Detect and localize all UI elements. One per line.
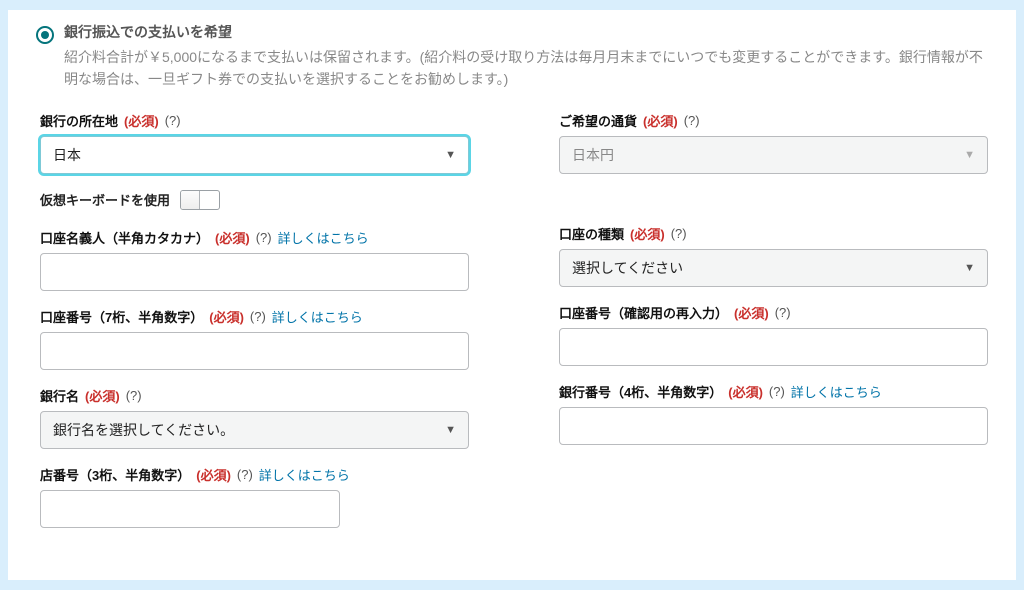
label-account-number: 口座番号（7桁、半角数字） (必須) (?) 詳しくはこちら xyxy=(40,307,469,326)
label-text: 銀行番号（4桁、半角数字） xyxy=(559,382,722,401)
label-text: 店番号（3桁、半角数字） xyxy=(40,465,190,484)
right-column: ご希望の通貨 (必須) (?) 日本円 ▼ 口座の種類 (必須) (?) 選択し… xyxy=(559,111,988,544)
help-icon[interactable]: (?) xyxy=(775,305,791,320)
details-link[interactable]: 詳しくはこちら xyxy=(272,307,363,326)
help-icon[interactable]: (?) xyxy=(671,226,687,241)
required-mark: (必須) xyxy=(643,111,678,130)
option-text: 銀行振込での支払いを希望 紹介料合計が￥5,000になるまで支払いは保留されます… xyxy=(64,22,988,91)
left-column: 銀行の所在地 (必須) (?) 日本 ▼ 仮想キーボードを使用 口座名義人（半角… xyxy=(40,111,469,544)
field-account-holder: 口座名義人（半角カタカナ） (必須) (?) 詳しくはこちら xyxy=(40,228,469,291)
field-account-type: 口座の種類 (必須) (?) 選択してください ▼ xyxy=(559,224,988,287)
label-text: 口座番号（7桁、半角数字） xyxy=(40,307,203,326)
virtual-keyboard-label: 仮想キーボードを使用 xyxy=(40,190,170,209)
select-account-type[interactable]: 選択してください ▼ xyxy=(559,249,988,287)
details-link[interactable]: 詳しくはこちら xyxy=(791,382,882,401)
label-bank-name: 銀行名 (必須) (?) xyxy=(40,386,469,405)
label-text: 口座名義人（半角カタカナ） xyxy=(40,228,209,247)
input-bank-code[interactable] xyxy=(559,407,988,445)
required-mark: (必須) xyxy=(124,111,159,130)
input-branch-code[interactable] xyxy=(40,490,340,528)
field-bank-name: 銀行名 (必須) (?) 銀行名を選択してください。 ▼ xyxy=(40,386,469,449)
label-currency: ご希望の通貨 (必須) (?) xyxy=(559,111,988,130)
form-grid: 銀行の所在地 (必須) (?) 日本 ▼ 仮想キーボードを使用 口座名義人（半角… xyxy=(36,111,988,544)
payment-form-card: 銀行振込での支払いを希望 紹介料合計が￥5,000になるまで支払いは保留されます… xyxy=(8,10,1016,580)
required-mark: (必須) xyxy=(630,224,665,243)
help-icon[interactable]: (?) xyxy=(250,309,266,324)
chevron-down-icon: ▼ xyxy=(964,149,975,161)
field-bank-code: 銀行番号（4桁、半角数字） (必須) (?) 詳しくはこちら xyxy=(559,382,988,445)
field-bank-location: 銀行の所在地 (必須) (?) 日本 ▼ xyxy=(40,111,469,174)
input-account-holder[interactable] xyxy=(40,253,469,291)
help-icon[interactable]: (?) xyxy=(769,384,785,399)
label-text: 銀行の所在地 xyxy=(40,111,118,130)
label-bank-code: 銀行番号（4桁、半角数字） (必須) (?) 詳しくはこちら xyxy=(559,382,988,401)
field-account-number-confirm: 口座番号（確認用の再入力） (必須) (?) xyxy=(559,303,988,366)
help-icon[interactable]: (?) xyxy=(237,467,253,482)
input-account-number-confirm[interactable] xyxy=(559,328,988,366)
required-mark: (必須) xyxy=(728,382,763,401)
select-value: 日本円 xyxy=(572,145,614,165)
required-mark: (必須) xyxy=(85,386,120,405)
option-title: 銀行振込での支払いを希望 xyxy=(64,22,988,42)
chevron-down-icon: ▼ xyxy=(445,149,456,161)
label-text: 口座の種類 xyxy=(559,224,624,243)
select-bank-name[interactable]: 銀行名を選択してください。 ▼ xyxy=(40,411,469,449)
label-account-type: 口座の種類 (必須) (?) xyxy=(559,224,988,243)
chevron-down-icon: ▼ xyxy=(445,424,456,436)
required-mark: (必須) xyxy=(215,228,250,247)
input-account-number[interactable] xyxy=(40,332,469,370)
field-currency: ご希望の通貨 (必須) (?) 日本円 ▼ xyxy=(559,111,988,174)
chevron-down-icon: ▼ xyxy=(964,262,975,274)
details-link[interactable]: 詳しくはこちら xyxy=(278,228,369,247)
required-mark: (必須) xyxy=(209,307,244,326)
details-link[interactable]: 詳しくはこちら xyxy=(259,465,350,484)
help-icon[interactable]: (?) xyxy=(165,113,181,128)
help-icon[interactable]: (?) xyxy=(684,113,700,128)
label-text: 口座番号（確認用の再入力） xyxy=(559,303,728,322)
label-account-number-confirm: 口座番号（確認用の再入力） (必須) (?) xyxy=(559,303,988,322)
virtual-keyboard-toggle[interactable] xyxy=(180,190,220,210)
select-placeholder: 銀行名を選択してください。 xyxy=(53,420,234,440)
label-text: ご希望の通貨 xyxy=(559,111,637,130)
payment-option: 銀行振込での支払いを希望 紹介料合計が￥5,000になるまで支払いは保留されます… xyxy=(36,22,988,91)
virtual-keyboard-row: 仮想キーボードを使用 xyxy=(40,190,469,210)
help-icon[interactable]: (?) xyxy=(256,230,272,245)
select-placeholder: 選択してください xyxy=(572,258,683,278)
option-desc: 紹介料合計が￥5,000になるまで支払いは保留されます。(紹介料の受け取り方法は… xyxy=(64,46,988,91)
field-account-number: 口座番号（7桁、半角数字） (必須) (?) 詳しくはこちら xyxy=(40,307,469,370)
required-mark: (必須) xyxy=(734,303,769,322)
label-branch-code: 店番号（3桁、半角数字） (必須) (?) 詳しくはこちら xyxy=(40,465,469,484)
label-text: 銀行名 xyxy=(40,386,79,405)
select-bank-location[interactable]: 日本 ▼ xyxy=(40,136,469,174)
radio-bank-transfer[interactable] xyxy=(36,26,54,44)
radio-dot xyxy=(41,31,49,39)
spacer xyxy=(559,190,988,224)
required-mark: (必須) xyxy=(196,465,231,484)
help-icon[interactable]: (?) xyxy=(126,388,142,403)
label-bank-location: 銀行の所在地 (必須) (?) xyxy=(40,111,469,130)
select-value: 日本 xyxy=(53,145,81,165)
select-currency: 日本円 ▼ xyxy=(559,136,988,174)
field-branch-code: 店番号（3桁、半角数字） (必須) (?) 詳しくはこちら xyxy=(40,465,469,528)
label-account-holder: 口座名義人（半角カタカナ） (必須) (?) 詳しくはこちら xyxy=(40,228,469,247)
